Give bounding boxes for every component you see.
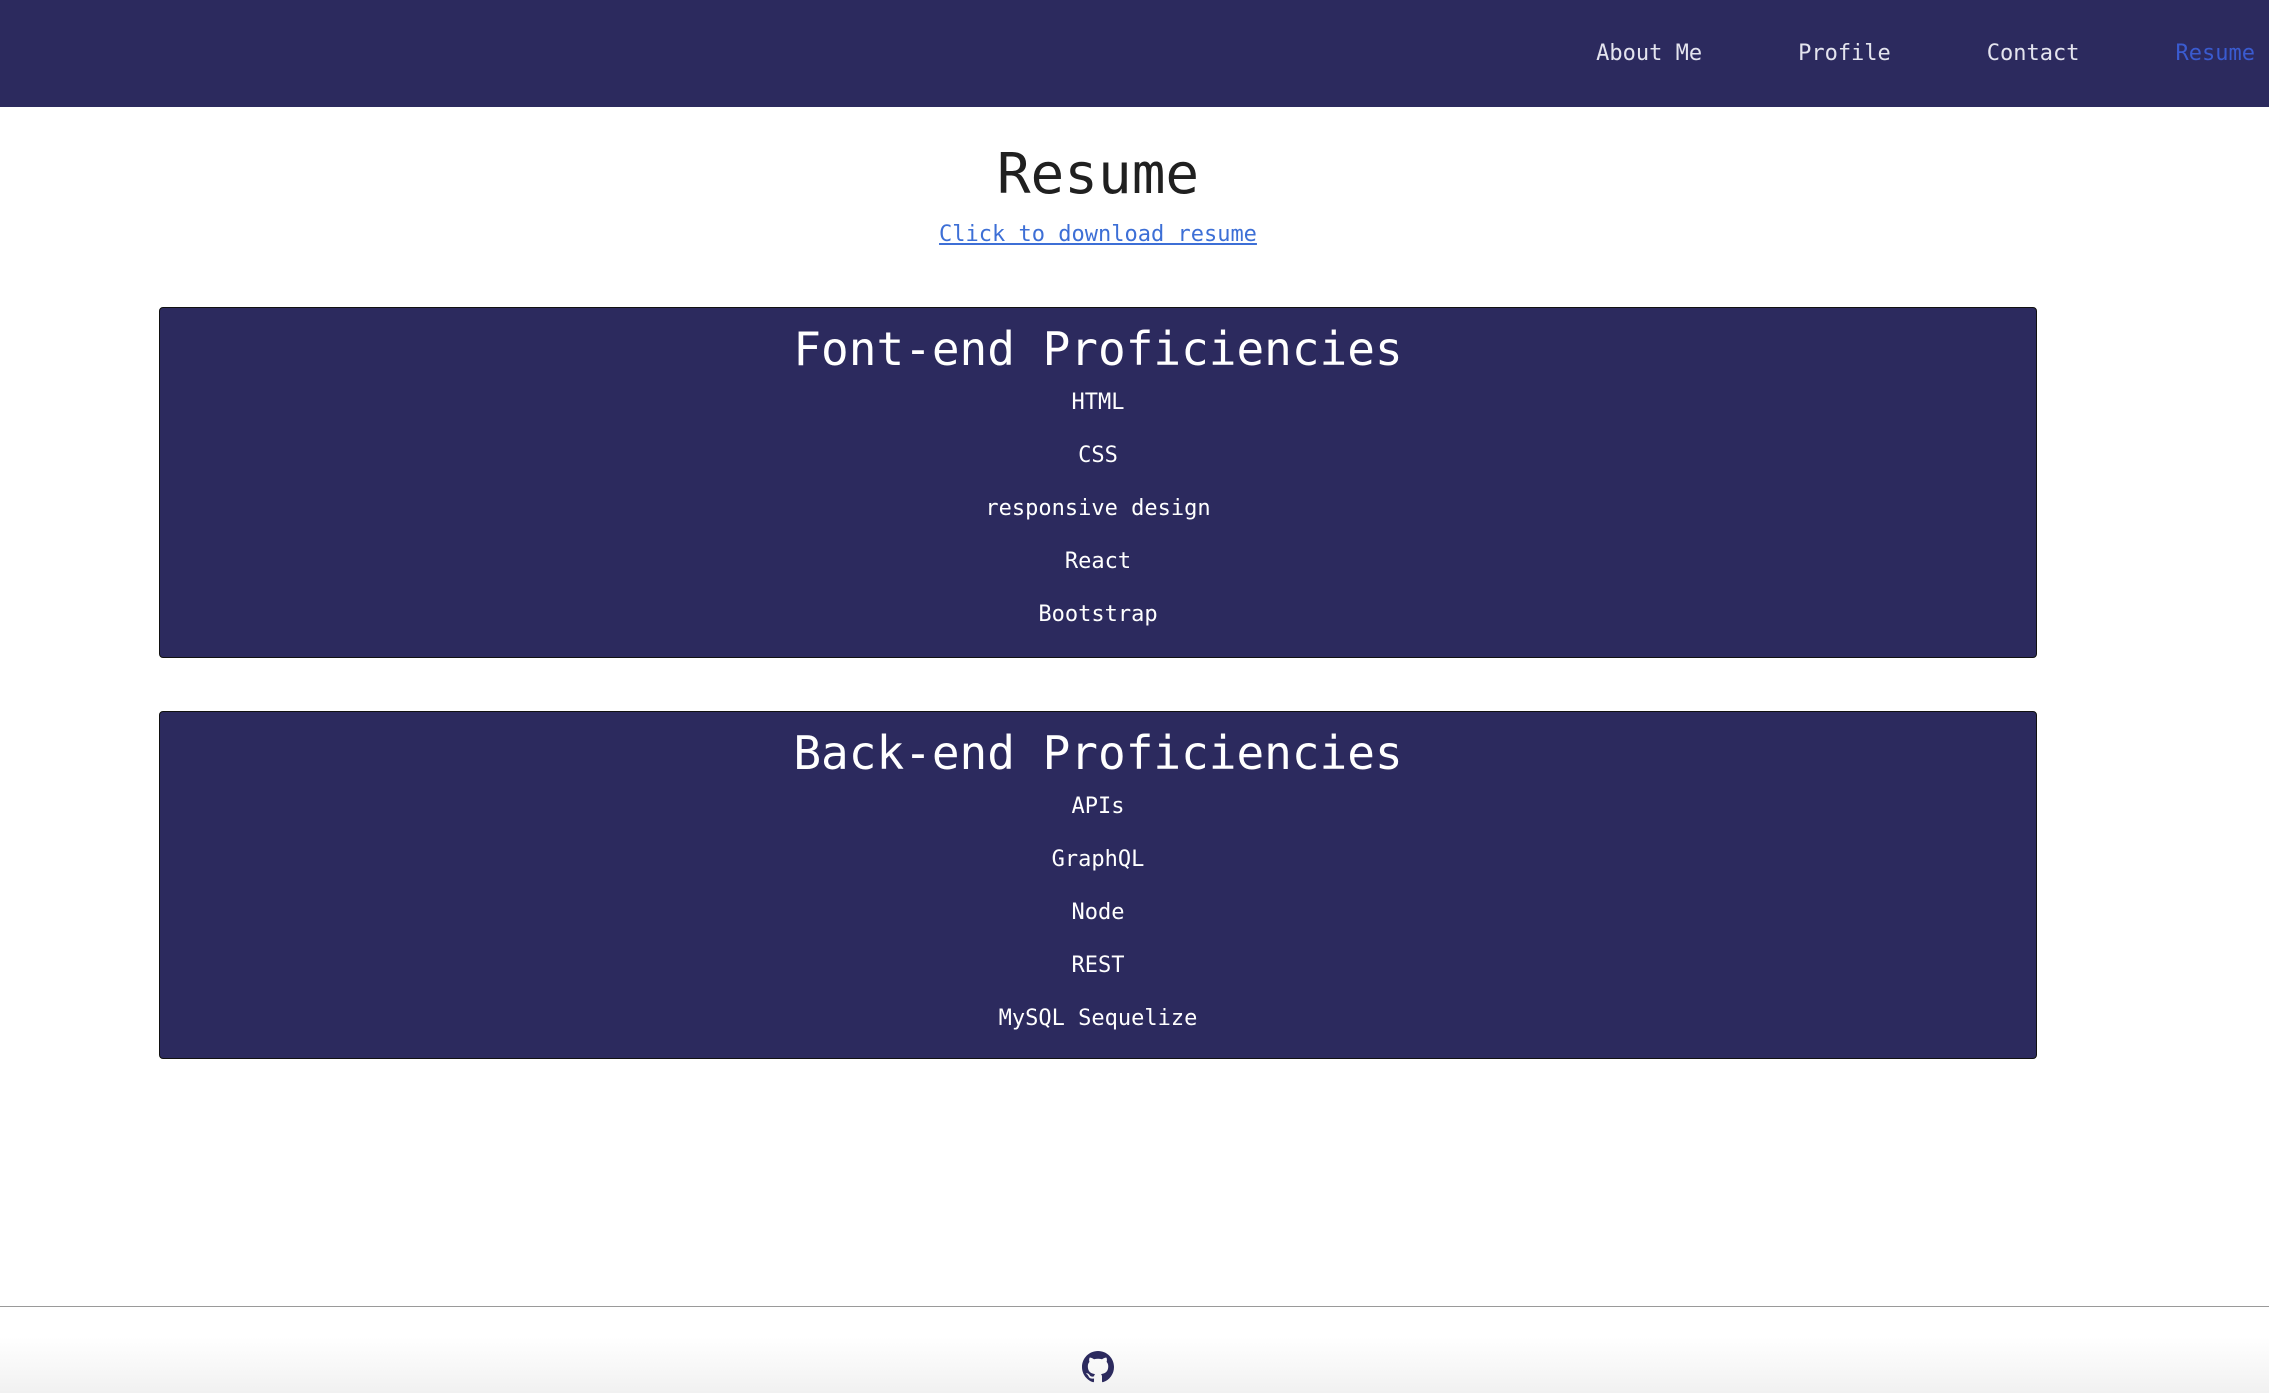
frontend-card-title: Font-end Proficiencies bbox=[793, 322, 1403, 376]
skill-item: GraphQL bbox=[1051, 847, 1145, 873]
download-resume-link[interactable]: Click to download resume bbox=[939, 222, 1257, 247]
backend-proficiencies-card: Back-end Proficiencies APIs GraphQL Node… bbox=[159, 711, 2037, 1059]
skill-item: Bootstrap bbox=[1038, 602, 1158, 628]
skill-item: HTML bbox=[1071, 390, 1125, 416]
footer bbox=[0, 1306, 2269, 1393]
skill-item: Node bbox=[1071, 900, 1125, 926]
github-icon bbox=[1082, 1351, 1114, 1383]
skill-item: MySQL Sequelize bbox=[998, 1006, 1198, 1032]
page-title: Resume bbox=[996, 142, 1200, 207]
nav-item-resume[interactable]: Resume bbox=[2176, 41, 2255, 66]
skill-item: APIs bbox=[1071, 794, 1125, 820]
backend-skill-list: APIs GraphQL Node REST MySQL Sequelize bbox=[160, 787, 2036, 1052]
skill-item: responsive design bbox=[985, 496, 1211, 522]
nav-item-contact[interactable]: Contact bbox=[1987, 41, 2080, 66]
download-link-container: Click to download resume bbox=[0, 222, 2196, 247]
skill-item: REST bbox=[1071, 953, 1125, 979]
nav-item-about-me[interactable]: About Me bbox=[1596, 41, 1702, 66]
frontend-proficiencies-card: Font-end Proficiencies HTML CSS responsi… bbox=[159, 307, 2037, 658]
skill-item: CSS bbox=[1078, 443, 1118, 469]
navbar: About Me Profile Contact Resume bbox=[0, 0, 2269, 107]
nav-item-profile[interactable]: Profile bbox=[1798, 41, 1891, 66]
skill-item: React bbox=[1064, 549, 1132, 575]
frontend-skill-list: HTML CSS responsive design React Bootstr… bbox=[160, 383, 2036, 648]
github-link[interactable] bbox=[1082, 1351, 1114, 1383]
nav-list: About Me Profile Contact Resume bbox=[1500, 0, 2255, 107]
backend-card-title: Back-end Proficiencies bbox=[793, 726, 1403, 780]
